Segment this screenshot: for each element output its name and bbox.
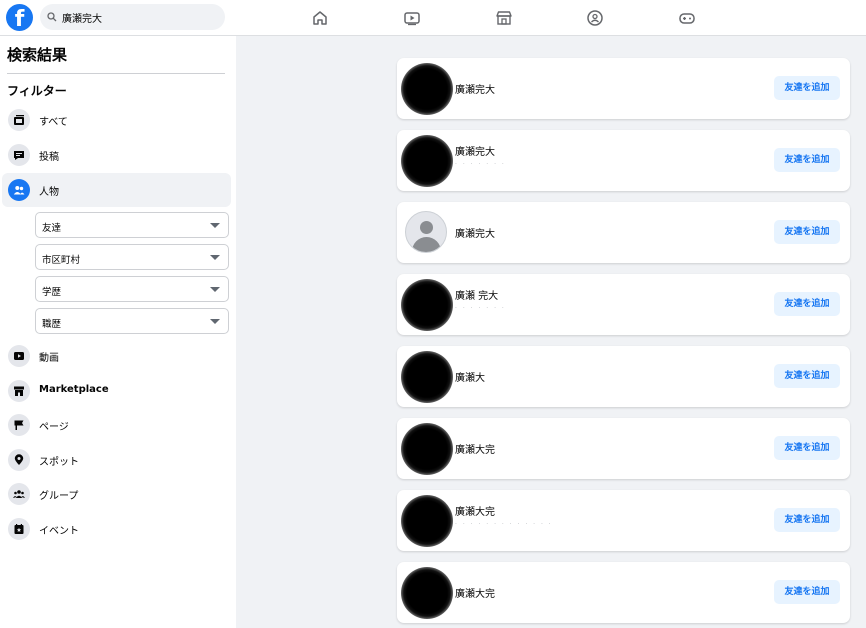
groups-icon[interactable] xyxy=(585,8,605,28)
flag-icon xyxy=(8,414,30,436)
marketplace-icon xyxy=(8,380,30,402)
result-card[interactable]: 廣瀬大完 友達を追加 xyxy=(397,562,850,623)
filter-work-dropdown[interactable]: 職歴 xyxy=(35,308,229,334)
avatar[interactable] xyxy=(401,135,453,187)
sidebar-item-groups[interactable]: グループ xyxy=(2,477,231,511)
sidebar-item-label: グループ xyxy=(39,491,79,502)
avatar[interactable] xyxy=(401,279,453,331)
gaming-icon[interactable] xyxy=(677,8,697,28)
watch-icon[interactable] xyxy=(402,8,422,28)
search-input[interactable] xyxy=(62,7,217,27)
sidebar-item-label: Marketplace xyxy=(39,384,109,395)
add-friend-button[interactable]: 友達を追加 xyxy=(774,364,840,388)
add-friend-button[interactable]: 友達を追加 xyxy=(774,148,840,172)
sidebar-item-label: ページ xyxy=(39,422,69,433)
result-card[interactable]: 廣瀬 完大 · · · · · · · 友達を追加 xyxy=(397,274,850,335)
sidebar-item-label: 投稿 xyxy=(39,152,59,163)
filter-friends-dropdown[interactable]: 友達 xyxy=(35,212,229,238)
dropdown-label: 友達 xyxy=(42,223,62,234)
sidebar-item-people[interactable]: 人物 xyxy=(2,173,231,207)
location-icon xyxy=(8,449,30,471)
sidebar-item-places[interactable]: スポット xyxy=(2,443,231,477)
divider xyxy=(7,73,225,74)
result-name[interactable]: 廣瀬大完 xyxy=(455,503,495,518)
sidebar: 検索結果 フィルター すべて 投稿 人物 友達 市区町村 学歴 職歴 動画 Ma… xyxy=(0,36,236,628)
result-card[interactable]: 廣瀬大完 · · · · · · · · · · · · · 友達を追加 xyxy=(397,490,850,551)
filter-city-dropdown[interactable]: 市区町村 xyxy=(35,244,229,270)
sidebar-item-label: 人物 xyxy=(39,187,59,198)
result-card[interactable]: 廣瀬大 友達を追加 xyxy=(397,346,850,407)
groups-icon xyxy=(8,483,30,505)
dropdown-label: 職歴 xyxy=(42,319,62,330)
page-title: 検索結果 xyxy=(7,46,68,64)
add-friend-button[interactable]: 友達を追加 xyxy=(774,580,840,604)
result-name[interactable]: 廣瀬完大 xyxy=(455,225,495,240)
sidebar-item-events[interactable]: イベント xyxy=(2,512,231,546)
filter-heading: フィルター xyxy=(7,84,67,98)
dropdown-label: 市区町村 xyxy=(42,255,81,266)
filter-education-dropdown[interactable]: 学歴 xyxy=(35,276,229,302)
search-icon xyxy=(47,12,57,22)
caret-down-icon xyxy=(210,255,220,260)
default-avatar-icon[interactable] xyxy=(405,211,447,253)
add-friend-button[interactable]: 友達を追加 xyxy=(774,508,840,532)
avatar[interactable] xyxy=(401,63,453,115)
result-card[interactable]: 廣瀬完大 友達を追加 xyxy=(397,58,850,119)
caret-down-icon xyxy=(210,287,220,292)
result-card[interactable]: 廣瀬完大 · · · · · · · 友達を追加 xyxy=(397,130,850,191)
sidebar-item-label: スポット xyxy=(39,457,79,468)
video-icon xyxy=(8,345,30,367)
result-card[interactable]: 廣瀬大完 友達を追加 xyxy=(397,418,850,479)
sidebar-item-video[interactable]: 動画 xyxy=(2,339,231,373)
posts-icon xyxy=(8,144,30,166)
result-subtitle: · · · · · · · xyxy=(455,161,506,168)
people-icon xyxy=(8,179,30,201)
add-friend-button[interactable]: 友達を追加 xyxy=(774,220,840,244)
result-name[interactable]: 廣瀬大完 xyxy=(455,441,495,456)
result-subtitle: · · · · · · · · · · · · · xyxy=(455,521,553,528)
result-name[interactable]: 廣瀬大 xyxy=(455,369,485,384)
home-icon[interactable] xyxy=(310,8,330,28)
avatar[interactable] xyxy=(401,567,453,619)
search-box[interactable] xyxy=(40,4,225,30)
result-name[interactable]: 廣瀬完大 xyxy=(455,81,495,96)
dropdown-label: 学歴 xyxy=(42,287,62,298)
avatar[interactable] xyxy=(401,351,453,403)
top-bar: f xyxy=(0,0,866,36)
marketplace-icon[interactable] xyxy=(494,8,514,28)
facebook-logo-icon[interactable]: f xyxy=(6,4,33,31)
result-name[interactable]: 廣瀬大完 xyxy=(455,585,495,600)
caret-down-icon xyxy=(210,223,220,228)
avatar[interactable] xyxy=(401,495,453,547)
result-subtitle: · · · · · · · xyxy=(455,305,506,312)
sidebar-item-label: すべて xyxy=(39,117,68,128)
add-friend-button[interactable]: 友達を追加 xyxy=(774,76,840,100)
result-name[interactable]: 廣瀬 完大 xyxy=(455,287,498,302)
sidebar-item-label: イベント xyxy=(39,526,79,537)
caret-down-icon xyxy=(210,319,220,324)
result-name[interactable]: 廣瀬完大 xyxy=(455,143,495,158)
sidebar-item-marketplace[interactable]: Marketplace xyxy=(2,374,231,408)
add-friend-button[interactable]: 友達を追加 xyxy=(774,292,840,316)
all-icon xyxy=(8,109,30,131)
sidebar-item-label: 動画 xyxy=(39,353,59,364)
sidebar-item-pages[interactable]: ページ xyxy=(2,408,231,442)
result-card[interactable]: 廣瀬完大 友達を追加 xyxy=(397,202,850,263)
event-icon xyxy=(8,518,30,540)
sidebar-item-all[interactable]: すべて xyxy=(2,103,231,137)
sidebar-item-posts[interactable]: 投稿 xyxy=(2,138,231,172)
add-friend-button[interactable]: 友達を追加 xyxy=(774,436,840,460)
avatar[interactable] xyxy=(401,423,453,475)
